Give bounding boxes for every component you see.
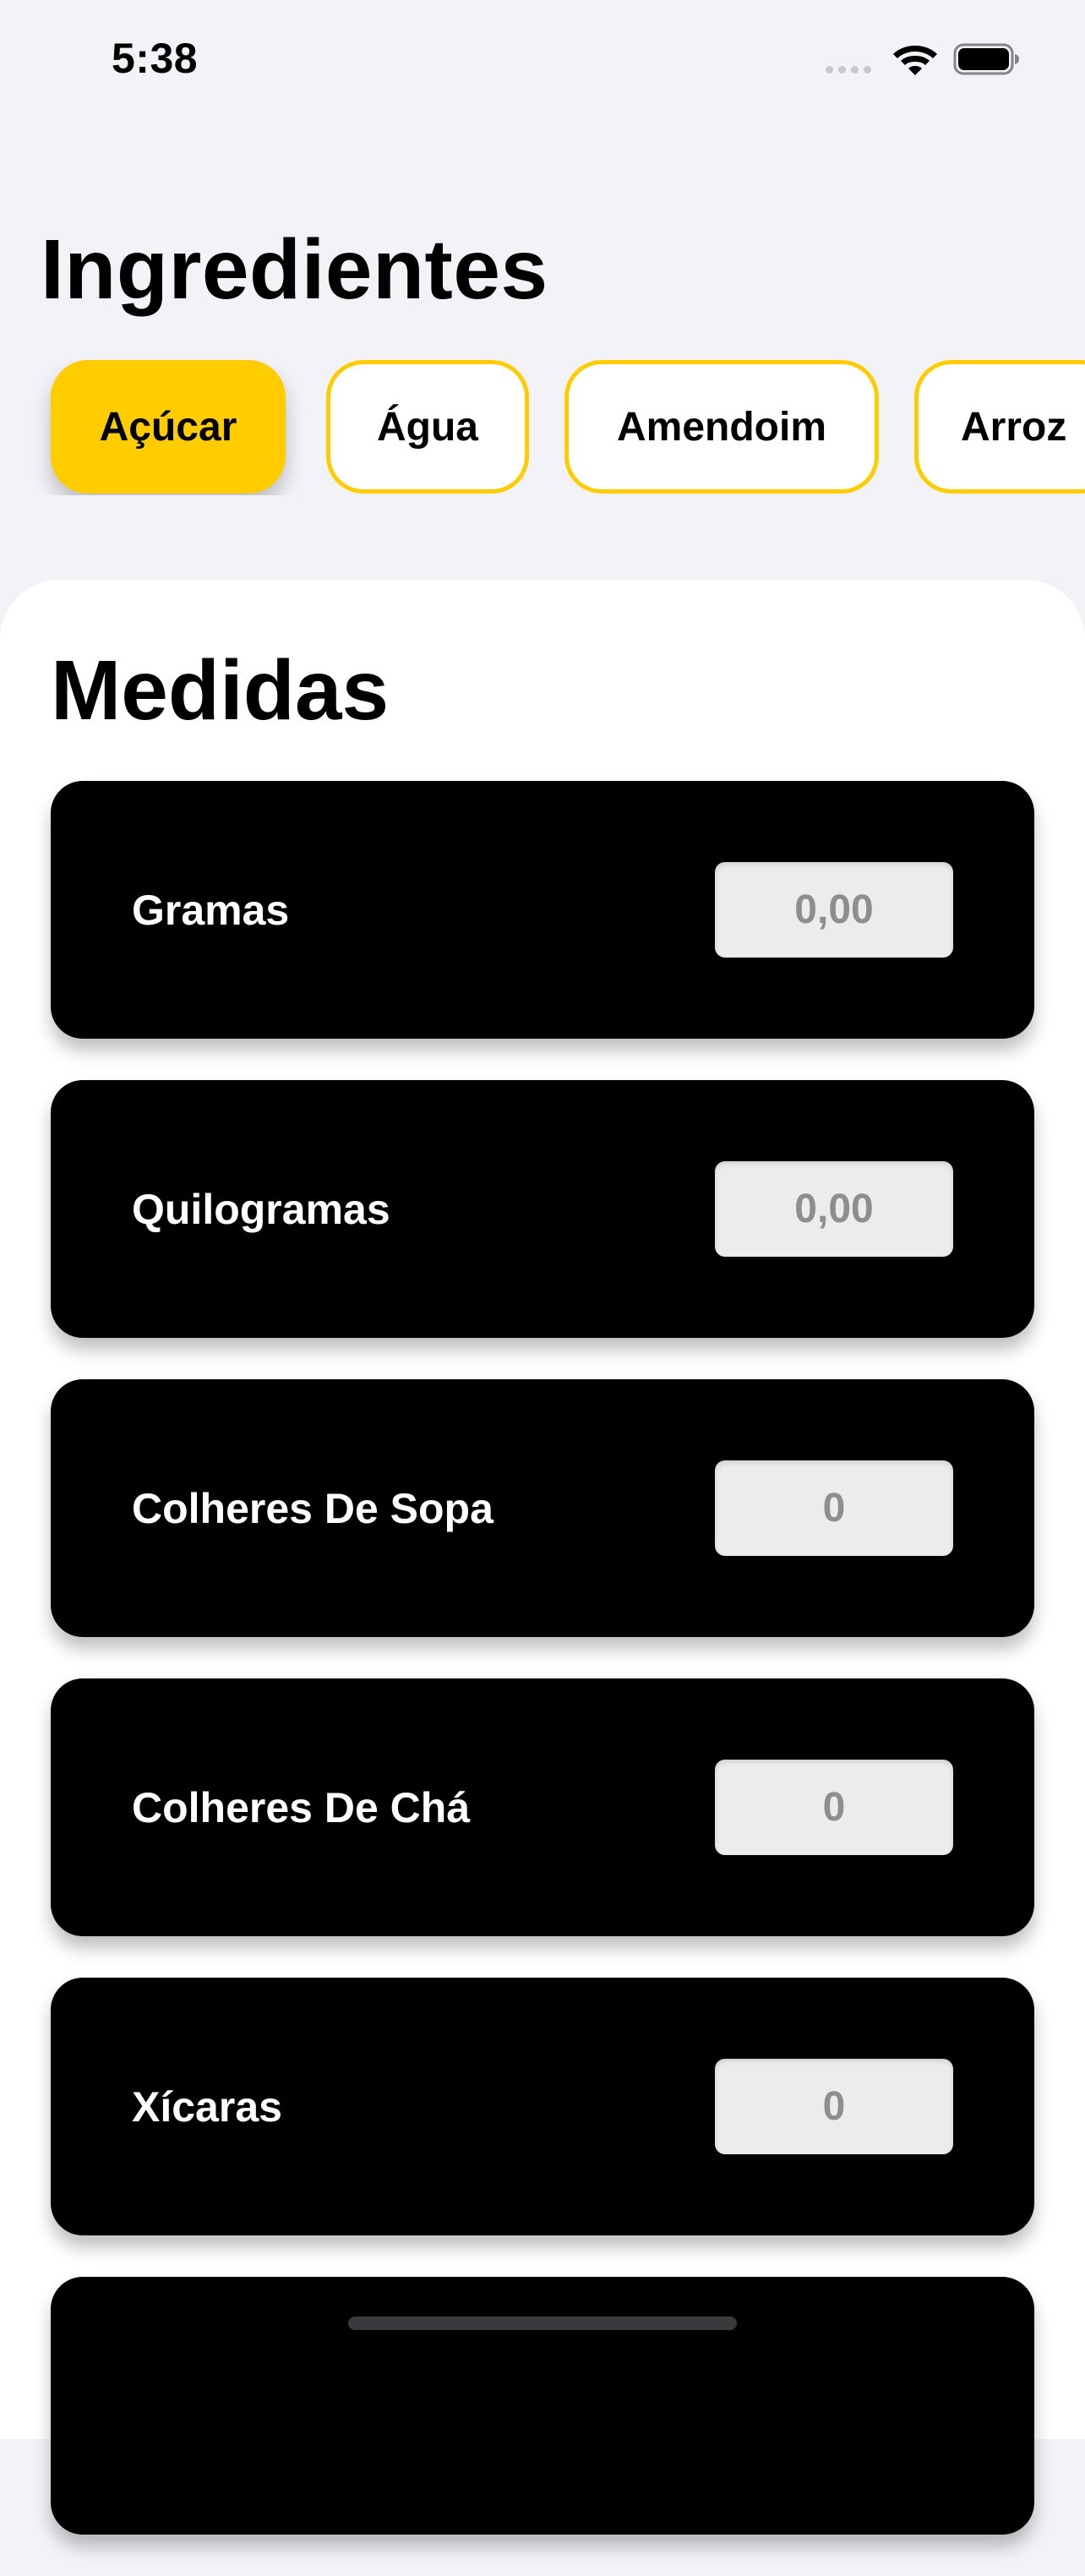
home-indicator[interactable]	[348, 2317, 737, 2330]
measure-card-xicaras: Xícaras	[51, 1978, 1034, 2235]
wifi-icon	[893, 46, 937, 75]
colheres-cha-input[interactable]	[715, 1760, 953, 1855]
measure-label: Gramas	[132, 886, 290, 934]
gramas-input[interactable]	[715, 862, 953, 958]
measure-label: Colheres De Sopa	[132, 1484, 493, 1532]
measure-card-quilogramas: Quilogramas	[51, 1080, 1034, 1338]
measure-card-colheres-cha: Colheres De Chá	[51, 1678, 1034, 1936]
measure-label: Quilogramas	[132, 1185, 390, 1233]
measure-card-partial	[51, 2277, 1034, 2535]
measure-card-gramas: Gramas	[51, 781, 1034, 1039]
colheres-sopa-input[interactable]	[715, 1460, 953, 1556]
xicaras-input[interactable]	[715, 2059, 953, 2154]
chip-acucar[interactable]: Açúcar	[51, 360, 286, 494]
status-time: 5:38	[112, 35, 199, 82]
ingredient-chips[interactable]: Açúcar Água Amendoim Arroz	[0, 360, 1085, 495]
measure-card-colheres-sopa: Colheres De Sopa	[51, 1379, 1034, 1637]
battery-icon	[953, 43, 1019, 75]
page-title: Ingredientes	[41, 222, 548, 317]
measure-label: Colheres De Chá	[132, 1783, 471, 1831]
cellular-signal-icon	[826, 66, 871, 74]
chip-arroz[interactable]: Arroz	[914, 360, 1085, 494]
measure-label: Xícaras	[132, 2082, 282, 2131]
measure-list: Gramas Quilogramas Colheres De Sopa Colh…	[51, 781, 1034, 2576]
status-bar: 5:38	[0, 0, 1085, 127]
chip-agua[interactable]: Água	[326, 360, 529, 494]
chip-amendoim[interactable]: Amendoim	[564, 360, 879, 494]
section-title: Medidas	[51, 643, 390, 738]
quilogramas-input[interactable]	[715, 1161, 953, 1257]
